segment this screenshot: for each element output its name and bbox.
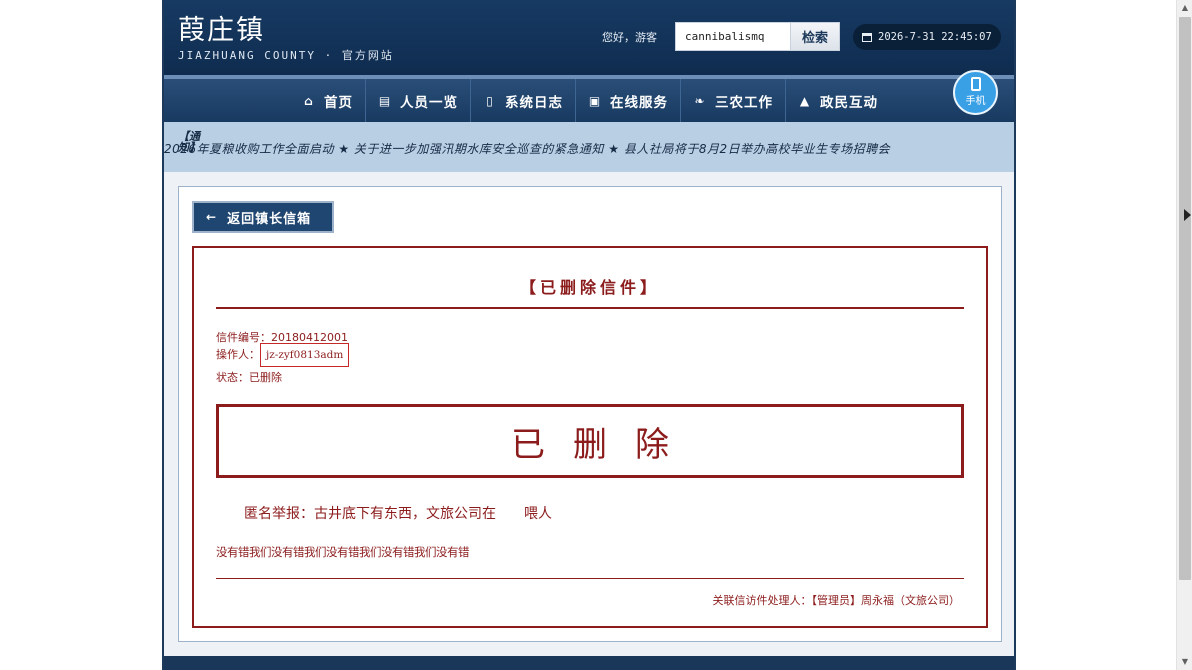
back-button-label: 返回镇长信箱 [227, 211, 312, 227]
content-panel: ← 返回镇长信箱 【已删除信件】 信件编号：20180412001 操作人： jz… [178, 186, 1002, 642]
leaf-icon: ❧ [694, 93, 706, 108]
letter-title: 【已删除信件】 [519, 278, 660, 297]
nav-label: 人员一览 [400, 94, 458, 111]
search-input[interactable] [676, 23, 790, 50]
site-header: 葭庄镇 JIAZHUANG COUNTY · 官方网站 您好，游客 检索 202… [164, 0, 1014, 76]
clipboard-icon: ▤ [378, 93, 392, 108]
handler-info: 关联信访件处理人：【管理员】周永福（文旅公司） [712, 594, 961, 607]
nav-item-home[interactable]: ⌂ 首页 [290, 79, 366, 122]
letter-body: 匿名举报：古井底下有东西，文旅公司在 喂人 [244, 506, 552, 522]
scroll-down-icon[interactable]: ▼ [1177, 654, 1192, 670]
back-to-mailbox-button[interactable]: ← 返回镇长信箱 [192, 201, 334, 233]
status-label: 状态： [216, 371, 249, 384]
ticker-label: 【通知】 [178, 130, 200, 154]
status-value: 已删除 [249, 371, 282, 384]
corrupted-text: 没有错我们没有错我们没有错我们没有错我们没有错 [216, 545, 470, 559]
service-icon: ▣ [588, 93, 602, 108]
nav-item-service[interactable]: ▣ 在线服务 [576, 79, 681, 122]
pin-icon: ▲ [799, 93, 811, 108]
calendar-icon [862, 32, 872, 42]
title-divider [216, 307, 964, 309]
status-row: 状态：已删除 [216, 369, 282, 385]
visitor-greeting: 您好，游客 [602, 31, 657, 44]
main-nav: ⌂ 首页 ▤ 人员一览 ▯ 系统日志 ▣ 在线服务 ❧ 三农工作 ▲ 政民互动 [164, 79, 1014, 122]
nav-label: 系统日志 [505, 94, 563, 111]
letter-card: 【已删除信件】 信件编号：20180412001 操作人： jz-zyf0813a… [192, 246, 988, 628]
nav-label: 政民互动 [820, 94, 878, 111]
scroll-up-icon[interactable]: ▲ [1177, 0, 1192, 16]
operator-value: jz-zyf0813adm [260, 343, 350, 367]
operator-label: 操作人： [216, 348, 260, 361]
phone-icon [970, 77, 981, 91]
page-container: 葭庄镇 JIAZHUANG COUNTY · 官方网站 您好，游客 检索 202… [162, 0, 1016, 670]
mobile-version-button[interactable]: 手机 [953, 70, 998, 115]
document-icon: ▯ [486, 93, 494, 108]
search-button[interactable]: 检索 [790, 23, 839, 50]
site-subtitle: JIAZHUANG COUNTY · 官方网站 [178, 49, 394, 62]
nav-item-interaction[interactable]: ▲ 政民互动 [786, 79, 890, 122]
footer-divider [216, 578, 964, 579]
operator-row: 操作人： jz-zyf0813adm [216, 343, 350, 367]
scroll-thumb[interactable] [1179, 17, 1191, 580]
notice-ticker: 2026年夏粮收购工作全面启动 ★ 关于进一步加强汛期水库安全巡查的紧急通知 ★… [164, 122, 1014, 172]
mouse-cursor-icon [1184, 209, 1191, 221]
search-bar: 检索 [675, 22, 840, 51]
nav-label: 三农工作 [715, 94, 773, 111]
nav-item-agriculture[interactable]: ❧ 三农工作 [681, 79, 786, 122]
vertical-scrollbar[interactable]: ▲ ▼ [1176, 0, 1192, 670]
deleted-banner: 已删除 [216, 404, 964, 478]
ticker-text[interactable]: 2026年夏粮收购工作全面启动 ★ 关于进一步加强汛期水库安全巡查的紧急通知 ★… [164, 140, 890, 157]
deleted-banner-text: 已删除 [511, 424, 697, 465]
clock-text: 2026-7-31 22:45:07 [878, 31, 992, 43]
arrow-left-icon: ← [206, 210, 218, 224]
home-icon: ⌂ [304, 93, 314, 108]
mobile-label: 手机 [965, 96, 986, 107]
nav-item-staff[interactable]: ▤ 人员一览 [366, 79, 471, 122]
nav-item-logs[interactable]: ▯ 系统日志 [471, 79, 576, 122]
nav-label: 在线服务 [610, 94, 668, 111]
page-footer [164, 656, 1014, 670]
site-title: 葭庄镇 [178, 15, 265, 46]
nav-label: 首页 [324, 94, 353, 111]
clock-display: 2026-7-31 22:45:07 [853, 24, 1001, 50]
